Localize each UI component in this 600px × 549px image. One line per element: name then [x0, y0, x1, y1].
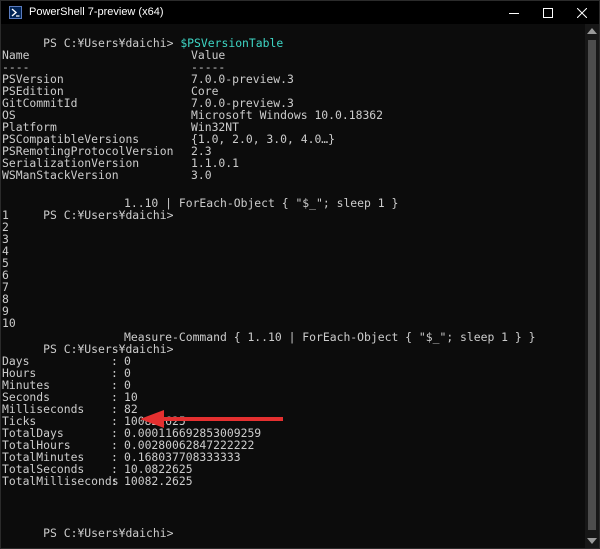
- title-bar[interactable]: PowerShell 7-preview (x64): [1, 1, 599, 24]
- red-arrow-icon: [140, 410, 283, 428]
- prompt: PS C:¥Users¥daichi>: [43, 526, 174, 540]
- result-separator: :: [111, 474, 118, 488]
- prompt: PS C:¥Users¥daichi>: [43, 36, 174, 50]
- close-icon: [577, 7, 587, 18]
- output-number: 10: [2, 316, 16, 330]
- row-value: 3.0: [191, 168, 212, 182]
- minimize-icon: [509, 12, 519, 14]
- row-value: {1.0, 2.0, 3.0, 4.0…}: [191, 132, 336, 146]
- maximize-button[interactable]: [531, 1, 565, 24]
- scrollbar-thumb[interactable]: [588, 40, 596, 530]
- command-text: 1..10 | ForEach-Object { "$_"; sleep 1 }: [124, 196, 399, 210]
- minimize-button[interactable]: [497, 1, 531, 24]
- scroll-down-icon[interactable]: [587, 538, 597, 544]
- result-label: TotalMilliseconds: [2, 474, 119, 488]
- console-output[interactable]: PS C:¥Users¥daichi> $PSVersionTable Name…: [2, 24, 584, 548]
- prompt-line: PS C:¥Users¥daichi> 1..10 | ForEach-Obje…: [2, 197, 398, 221]
- row-name: WSManStackVersion: [2, 168, 119, 182]
- prompt-line: PS C:¥Users¥daichi>: [2, 515, 173, 539]
- window-title: PowerShell 7-preview (x64): [29, 6, 164, 18]
- prompt-line: PS C:¥Users¥daichi> Measure-Command { 1.…: [2, 331, 535, 355]
- result-value: 10082.2625: [124, 474, 193, 488]
- powershell-window: PowerShell 7-preview (x64) PS C:¥Users¥d…: [0, 0, 600, 549]
- prompt: PS C:¥Users¥daichi>: [43, 208, 174, 222]
- prompt: PS C:¥Users¥daichi>: [43, 342, 174, 356]
- command-text: Measure-Command { 1..10 | ForEach-Object…: [124, 330, 536, 344]
- scroll-up-icon[interactable]: [587, 28, 597, 34]
- maximize-icon: [543, 7, 553, 18]
- prompt-line: PS C:¥Users¥daichi> $PSVersionTable: [2, 25, 283, 49]
- vertical-scrollbar[interactable]: [585, 24, 599, 548]
- close-button[interactable]: [565, 1, 599, 24]
- powershell-icon: [9, 6, 22, 19]
